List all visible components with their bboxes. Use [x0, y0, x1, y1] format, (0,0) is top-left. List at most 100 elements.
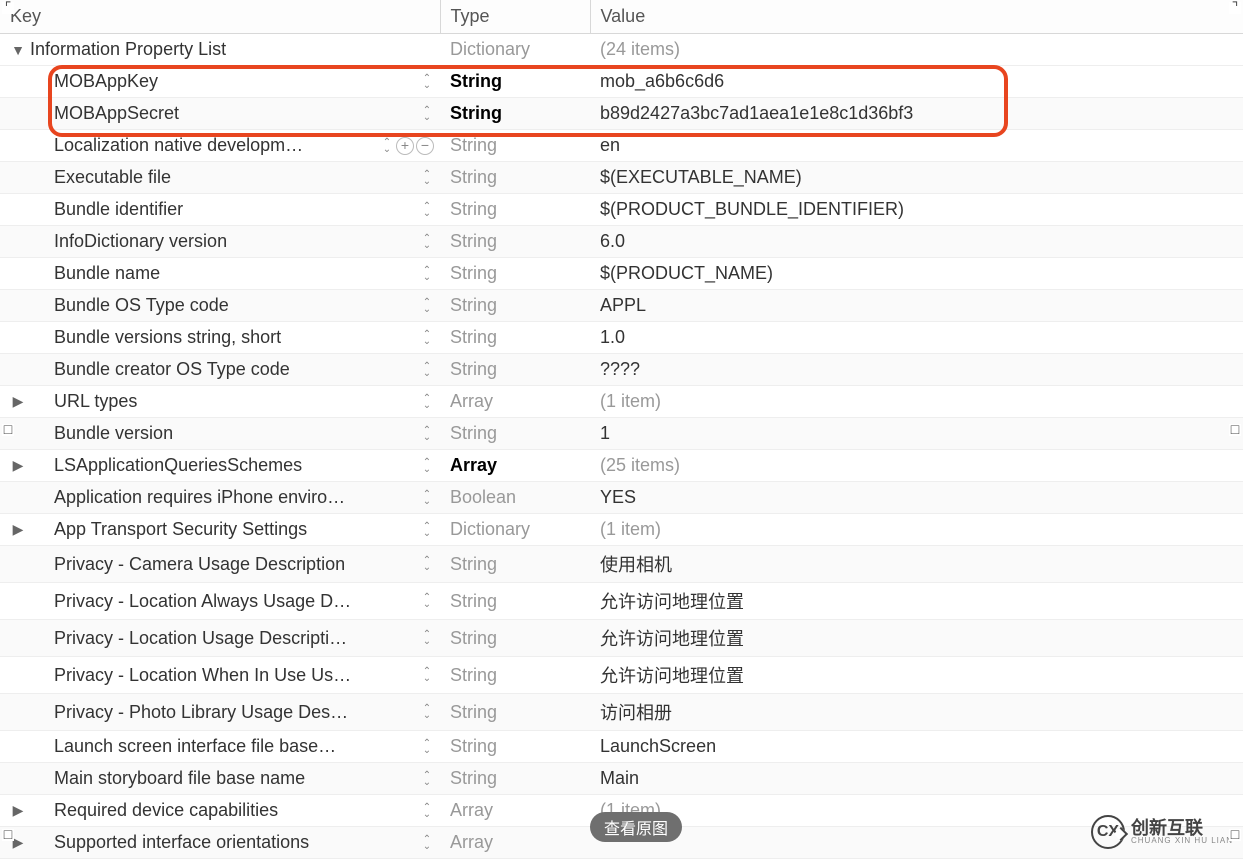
plist-type-label[interactable]: String: [450, 135, 497, 155]
view-original-tooltip[interactable]: 查看原图: [590, 812, 682, 842]
key-stepper-icon[interactable]: ⌃⌄: [420, 705, 434, 719]
plist-type-label[interactable]: Boolean: [450, 487, 516, 507]
plist-value-label[interactable]: (1 item): [600, 519, 661, 539]
plist-value-label[interactable]: ????: [600, 359, 640, 379]
plist-value-label[interactable]: 1: [600, 423, 610, 443]
disclosure-triangle-icon[interactable]: ▶: [10, 393, 26, 410]
plist-key-label[interactable]: Bundle name: [54, 263, 414, 284]
plist-row[interactable]: Main storyboard file base name ⌃⌄ String Ma…: [0, 763, 1243, 795]
key-stepper-icon[interactable]: ⌃⌄: [380, 139, 394, 153]
plist-key-label[interactable]: LSApplicationQueriesSchemes: [54, 455, 414, 476]
plist-key-label[interactable]: Main storyboard file base name: [54, 768, 414, 789]
plist-row[interactable]: Application requires iPhone enviro… ⌃⌄ Boo…: [0, 482, 1243, 514]
plist-key-label[interactable]: Supported interface orientations: [54, 832, 414, 853]
plist-key-label[interactable]: URL types: [54, 391, 414, 412]
plist-value-label[interactable]: (1 item): [600, 391, 661, 411]
key-stepper-icon[interactable]: ⌃⌄: [420, 363, 434, 377]
plist-row[interactable]: InfoDictionary version⌃⌄String6.0: [0, 226, 1243, 258]
plist-root-row[interactable]: ▼ Information Property List Dictionary (…: [0, 34, 1243, 66]
column-header-type[interactable]: Type: [440, 0, 590, 34]
plist-value-label[interactable]: b89d2427a3bc7ad1aea1e1e8c1d36bf3: [600, 103, 913, 123]
key-stepper-icon[interactable]: ⌃⌄: [420, 491, 434, 505]
plist-key-label[interactable]: Application requires iPhone enviro…: [54, 487, 414, 508]
plist-key-label[interactable]: Launch screen interface file base…: [54, 736, 414, 757]
plist-row[interactable]: Bundle versions string, short⌃⌄String1.0: [0, 322, 1243, 354]
plist-key-label[interactable]: Executable file: [54, 167, 414, 188]
key-stepper-icon[interactable]: ⌃⌄: [420, 395, 434, 409]
plist-type-label[interactable]: String: [450, 103, 502, 123]
column-header-key[interactable]: Key: [0, 0, 440, 34]
plist-key-label[interactable]: Privacy - Location When In Use Us…: [54, 665, 414, 686]
plist-key-label[interactable]: Bundle creator OS Type code: [54, 359, 414, 380]
plist-value-label[interactable]: Main: [600, 768, 639, 788]
plist-row[interactable]: Localization native developm…⌃⌄+−Stringe…: [0, 130, 1243, 162]
plist-row[interactable]: Privacy - Photo Library Usage Des…⌃⌄Stri…: [0, 694, 1243, 731]
plist-type-label[interactable]: String: [450, 359, 497, 379]
key-stepper-icon[interactable]: ⌃⌄: [420, 594, 434, 608]
plist-key-label[interactable]: Bundle versions string, short: [54, 327, 414, 348]
plist-row[interactable]: MOBAppKey ⌃⌄ String mob_a6b6c6d6: [0, 66, 1243, 98]
plist-key-label[interactable]: InfoDictionary version: [54, 231, 414, 252]
plist-key-label[interactable]: Bundle identifier: [54, 199, 414, 220]
plist-value-label[interactable]: APPL: [600, 295, 646, 315]
plist-row[interactable]: Bundle version⌃⌄String1: [0, 418, 1243, 450]
plist-key-label[interactable]: Localization native developm…: [54, 135, 374, 156]
key-stepper-icon[interactable]: ⌃⌄: [420, 740, 434, 754]
plist-key-label[interactable]: MOBAppSecret: [54, 103, 414, 124]
plist-type-label[interactable]: String: [450, 423, 497, 443]
plist-type-label[interactable]: String: [450, 768, 497, 788]
plist-value-label[interactable]: 允许访问地理位置: [600, 592, 744, 612]
key-stepper-icon[interactable]: ⌃⌄: [420, 75, 434, 89]
plist-type-label[interactable]: String: [450, 554, 497, 574]
plist-row[interactable]: ▶App Transport Security Settings⌃⌄Dictio…: [0, 514, 1243, 546]
key-stepper-icon[interactable]: ⌃⌄: [420, 668, 434, 682]
plist-key-label[interactable]: App Transport Security Settings: [54, 519, 414, 540]
key-stepper-icon[interactable]: ⌃⌄: [420, 331, 434, 345]
plist-type-label[interactable]: Array: [450, 832, 493, 852]
plist-row[interactable]: Launch screen interface file base…⌃⌄Stri…: [0, 731, 1243, 763]
plist-type-label[interactable]: String: [450, 702, 497, 722]
key-stepper-icon[interactable]: ⌃⌄: [420, 203, 434, 217]
plist-row[interactable]: ▶URL types⌃⌄Array(1 item): [0, 386, 1243, 418]
plist-value-label[interactable]: 1.0: [600, 327, 625, 347]
plist-value-label[interactable]: mob_a6b6c6d6: [600, 71, 724, 91]
add-button[interactable]: +: [396, 137, 414, 155]
plist-row[interactable]: Privacy - Location Always Usage D…⌃⌄Stri…: [0, 583, 1243, 620]
plist-row[interactable]: MOBAppSecret ⌃⌄ String b89d2427a3bc7ad1aea1…: [0, 98, 1243, 130]
key-stepper-icon[interactable]: ⌃⌄: [420, 459, 434, 473]
key-stepper-icon[interactable]: ⌃⌄: [420, 107, 434, 121]
plist-row[interactable]: Bundle creator OS Type code ⌃⌄ String????: [0, 354, 1243, 386]
plist-type-label[interactable]: String: [450, 199, 497, 219]
plist-row[interactable]: Privacy - Camera Usage Description ⌃⌄ Stri…: [0, 546, 1243, 583]
plist-type-label[interactable]: String: [450, 167, 497, 187]
plist-value-label[interactable]: (25 items): [600, 455, 680, 475]
key-stepper-icon[interactable]: ⌃⌄: [420, 523, 434, 537]
plist-type-label[interactable]: String: [450, 295, 497, 315]
key-stepper-icon[interactable]: ⌃⌄: [420, 557, 434, 571]
key-stepper-icon[interactable]: ⌃⌄: [420, 631, 434, 645]
plist-row[interactable]: ▶ LSApplicationQueriesSchemes ⌃⌄ Array (25 i…: [0, 450, 1243, 482]
disclosure-triangle-icon[interactable]: ▶: [10, 802, 26, 819]
key-stepper-icon[interactable]: ⌃⌄: [420, 772, 434, 786]
plist-key-label[interactable]: MOBAppKey: [54, 71, 414, 92]
plist-value-label[interactable]: 使用相机: [600, 555, 672, 575]
plist-type-label[interactable]: String: [450, 71, 502, 91]
plist-value-label[interactable]: $(EXECUTABLE_NAME): [600, 167, 802, 187]
key-stepper-icon[interactable]: ⌃⌄: [420, 427, 434, 441]
key-stepper-icon[interactable]: ⌃⌄: [420, 299, 434, 313]
plist-type-label[interactable]: String: [450, 665, 497, 685]
plist-row[interactable]: Bundle name⌃⌄String$(PRODUCT_NAME): [0, 258, 1243, 290]
plist-type-label[interactable]: String: [450, 628, 497, 648]
plist-type-label[interactable]: String: [450, 263, 497, 283]
plist-key-label[interactable]: Privacy - Camera Usage Description: [54, 554, 414, 575]
key-stepper-icon[interactable]: ⌃⌄: [420, 804, 434, 818]
key-stepper-icon[interactable]: ⌃⌄: [420, 267, 434, 281]
column-header-value[interactable]: Value: [590, 0, 1243, 34]
plist-type-label[interactable]: Array: [450, 455, 497, 475]
disclosure-triangle-icon[interactable]: ▶: [10, 457, 26, 474]
plist-key-label[interactable]: Bundle OS Type code: [54, 295, 414, 316]
plist-key-label[interactable]: Privacy - Location Usage Descripti…: [54, 628, 414, 649]
plist-type-label[interactable]: String: [450, 231, 497, 251]
plist-value-label[interactable]: 允许访问地理位置: [600, 629, 744, 649]
remove-button[interactable]: −: [416, 137, 434, 155]
